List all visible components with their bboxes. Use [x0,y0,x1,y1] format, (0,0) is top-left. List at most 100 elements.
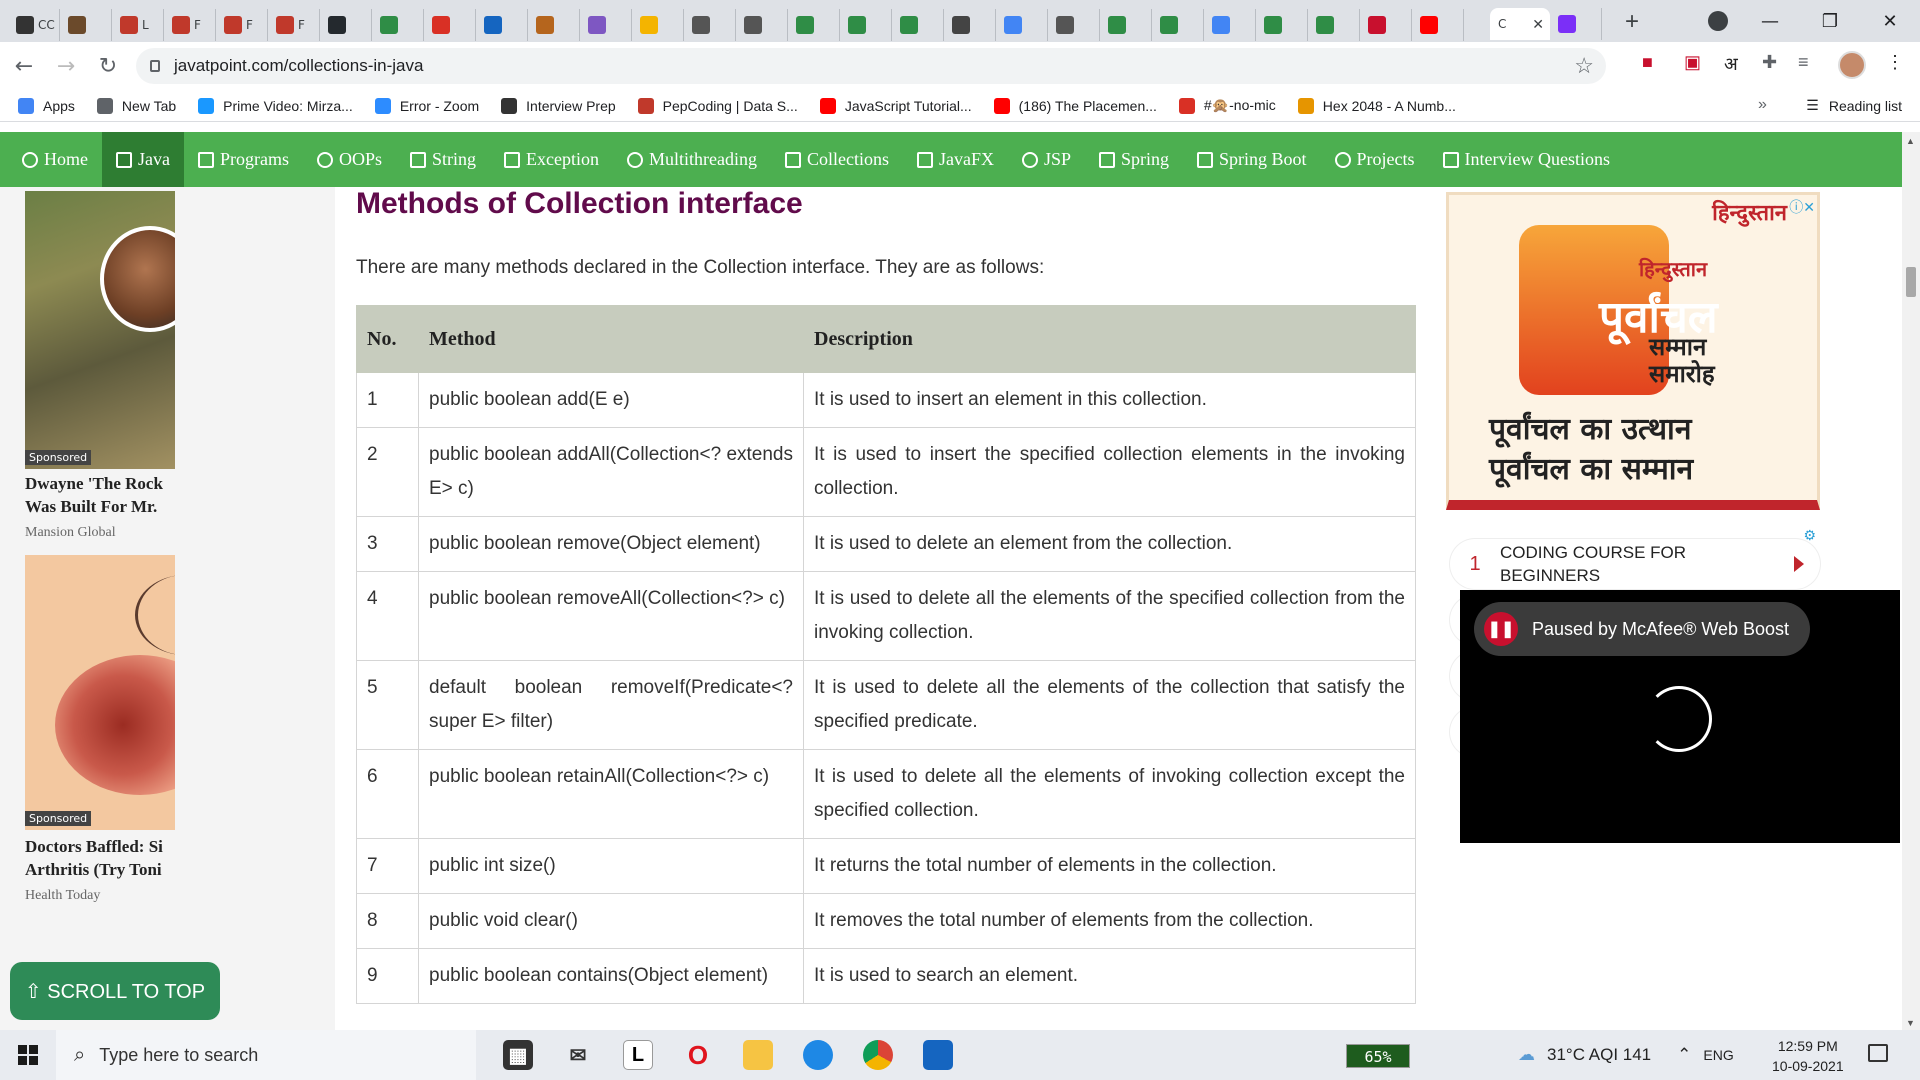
browser-tab[interactable] [1204,9,1256,41]
nav-item-multithreading[interactable]: Multithreading [613,132,771,187]
browser-tab[interactable] [580,9,632,41]
browser-tab[interactable] [996,9,1048,41]
browser-tab[interactable] [892,9,944,41]
ad-title-line1[interactable]: Dwayne 'The Rock [25,472,175,495]
close-window-button[interactable]: ✕ [1860,11,1920,32]
start-button[interactable] [0,1030,56,1080]
ad-image-arthritis[interactable]: Sponsored [25,555,175,830]
bookmark-item[interactable]: #🙊-no-mic [1178,97,1276,114]
bookmark-star-icon[interactable]: ☆ [1574,53,1594,79]
maximize-button[interactable]: ❐ [1800,11,1860,32]
ad-title-line1[interactable]: Doctors Baffled: Si [25,835,175,858]
reading-mode-icon[interactable]: ≡ [1798,52,1809,73]
scroll-down-icon[interactable]: ▼ [1906,1018,1915,1028]
browser-tab[interactable] [1048,9,1100,41]
minimize-button[interactable]: — [1740,11,1800,32]
ad-title-line2[interactable]: Was Built For Mr. [25,495,175,518]
browser-tab[interactable] [736,9,788,41]
nav-item-home[interactable]: Home [8,132,102,187]
nav-item-interview-questions[interactable]: Interview Questions [1429,132,1624,187]
browser-tab[interactable] [788,9,840,41]
video-player[interactable]: ❚❚ Paused by McAfee® Web Boost [1460,590,1900,843]
browser-tab[interactable] [1100,9,1152,41]
browser-tab[interactable] [1256,9,1308,41]
battery-indicator[interactable]: 65% [1346,1044,1410,1068]
opera-icon[interactable]: O [683,1040,713,1070]
tab-extra[interactable] [1550,8,1602,40]
ad-title-line2[interactable]: Arthritis (Try Toni [25,858,175,881]
nav-item-spring[interactable]: Spring [1085,132,1183,187]
l-app-icon[interactable]: L [623,1040,653,1070]
browser-tab[interactable] [840,9,892,41]
browser-tab[interactable] [632,9,684,41]
language-indicator[interactable]: ENG [1703,1047,1733,1063]
hindustan-ad-banner[interactable]: हिन्दुस्तान ⓘ✕ हिन्दुस्तान पूर्वांचल सम्… [1446,192,1820,510]
store-icon[interactable]: ▦ [503,1040,533,1070]
browser-tab[interactable] [1360,9,1412,41]
bookmark-item[interactable]: JavaScript Tutorial... [819,97,972,114]
browser-tab[interactable] [476,9,528,41]
profile-avatar[interactable] [1838,51,1866,79]
notification-center-icon[interactable] [1868,1044,1888,1062]
nav-item-javafx[interactable]: JavaFX [903,132,1008,187]
browser-tab[interactable] [60,9,112,41]
back-icon[interactable]: ← [6,48,42,84]
bookmark-item[interactable]: PepCoding | Data S... [637,97,798,114]
bookmark-item[interactable]: (186) The Placemen... [993,97,1157,114]
nav-item-java[interactable]: Java [102,132,184,187]
nav-item-spring-boot[interactable]: Spring Boot [1183,132,1321,187]
nav-item-exception[interactable]: Exception [490,132,613,187]
browser-tab[interactable] [424,9,476,41]
bookmark-item[interactable]: Error - Zoom [374,97,479,114]
bookmarks-overflow-icon[interactable]: » [1758,96,1767,114]
mail-icon[interactable]: ✉ [563,1040,593,1070]
chrome-icon[interactable] [863,1040,893,1070]
browser-tab[interactable] [944,9,996,41]
weather-text[interactable]: 31°C AQI 141 [1547,1045,1651,1065]
scroll-to-top-button[interactable]: ⇧ SCROLL TO TOP [10,962,220,1020]
browser-tab[interactable] [528,9,580,41]
pocket-extension-icon[interactable]: ▣ [1684,52,1701,73]
sponsored-link[interactable]: 1 CODING COURSE FOR BEGINNERS [1450,539,1820,589]
reload-icon[interactable]: ↻ [90,48,126,84]
nav-item-projects[interactable]: Projects [1321,132,1429,187]
new-tab-button[interactable]: + [1616,6,1648,38]
scrollbar-thumb[interactable] [1906,267,1916,297]
bookmark-item[interactable]: Interview Prep [501,97,616,114]
browser-tab[interactable]: F [164,9,216,41]
close-tab-icon[interactable]: ✕ [1532,16,1544,33]
active-tab[interactable]: C ✕ [1490,8,1550,40]
page-scrollbar[interactable]: ▲ ▼ [1902,132,1920,1030]
browser-tab[interactable]: F [216,9,268,41]
browser-tab[interactable] [372,9,424,41]
lock-icon[interactable] [150,60,160,72]
weather-icon[interactable]: ☁ [1518,1045,1535,1065]
forward-icon[interactable]: → [48,48,84,84]
browser-tab[interactable] [1308,9,1360,41]
reading-list-button[interactable]: ☰ Reading list [1806,97,1902,114]
notes-app-icon[interactable] [923,1040,953,1070]
file-explorer-icon[interactable] [743,1040,773,1070]
nav-item-collections[interactable]: Collections [771,132,903,187]
nav-item-oops[interactable]: OOPs [303,132,396,187]
bookmark-item[interactable]: Apps [18,97,75,114]
taskbar-search[interactable]: ⌕ Type here to search [56,1030,476,1080]
nav-item-jsp[interactable]: JSP [1008,132,1085,187]
tray-chevron-icon[interactable]: ⌃ [1677,1045,1691,1065]
nav-item-programs[interactable]: Programs [184,132,303,187]
browser-tab[interactable] [320,9,372,41]
bookmark-item[interactable]: Prime Video: Mirza... [198,97,353,114]
browser-tab[interactable]: L [112,9,164,41]
browser-tab[interactable] [1152,9,1204,41]
browser-tab[interactable]: F [268,9,320,41]
extensions-puzzle-icon[interactable]: ✚ [1762,52,1777,73]
nav-item-string[interactable]: String [396,132,490,187]
edge-icon[interactable] [803,1040,833,1070]
menu-kebab-icon[interactable]: ⋮ [1886,52,1904,73]
bookmark-item[interactable]: Hex 2048 - A Numb... [1297,97,1456,114]
bookmark-item[interactable]: New Tab [96,97,176,114]
taskbar-clock[interactable]: 12:59 PM 10-09-2021 [1772,1036,1844,1076]
hindi-extension-icon[interactable]: अ [1724,52,1738,76]
browser-tab[interactable] [684,9,736,41]
mcafee-extension-icon[interactable]: ■ [1642,52,1653,73]
